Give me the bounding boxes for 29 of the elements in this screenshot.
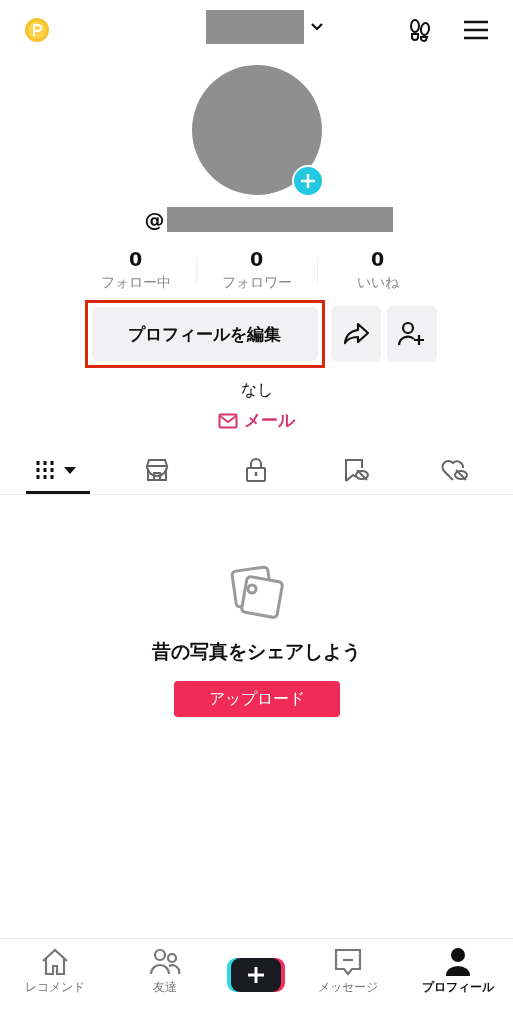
footprints-icon[interactable] bbox=[407, 17, 433, 43]
nav-item[interactable]: 友達 bbox=[117, 947, 214, 996]
upload-button[interactable]: アップロード bbox=[173, 681, 340, 717]
edit-profile-button[interactable]: プロフィールを編集 bbox=[91, 307, 318, 361]
shop-icon bbox=[144, 456, 171, 483]
menu-icon[interactable] bbox=[463, 19, 489, 41]
add-person-icon bbox=[396, 320, 427, 348]
stat-value: 0 bbox=[370, 248, 385, 270]
share-arrow-icon bbox=[341, 321, 370, 347]
empty-state-message: 昔の写真をシェアしよう bbox=[152, 639, 361, 664]
nav-item[interactable]: メッセージ bbox=[299, 947, 396, 996]
people-icon bbox=[149, 947, 182, 977]
plus-icon bbox=[227, 957, 286, 993]
stat-label: フォロワー bbox=[221, 274, 292, 292]
add-photo-icon[interactable] bbox=[291, 165, 324, 197]
chevron-down-icon[interactable] bbox=[310, 22, 324, 32]
lock-icon bbox=[244, 456, 269, 483]
share-button[interactable] bbox=[330, 306, 381, 362]
email-link[interactable]: メール bbox=[218, 409, 295, 432]
add-friend-button[interactable] bbox=[386, 306, 437, 362]
nav-item[interactable]: プロフィール bbox=[409, 947, 506, 996]
stat-value: 0 bbox=[128, 248, 143, 270]
handle-prefix: @ bbox=[144, 207, 165, 232]
stat-label: フォロー中 bbox=[100, 274, 171, 292]
stat-value: 0 bbox=[249, 248, 264, 270]
nav-item[interactable]: レコメンド bbox=[7, 947, 104, 996]
envelope-icon bbox=[218, 412, 238, 429]
stat-label: いいね bbox=[356, 274, 399, 292]
bio-text: なし bbox=[240, 380, 273, 401]
